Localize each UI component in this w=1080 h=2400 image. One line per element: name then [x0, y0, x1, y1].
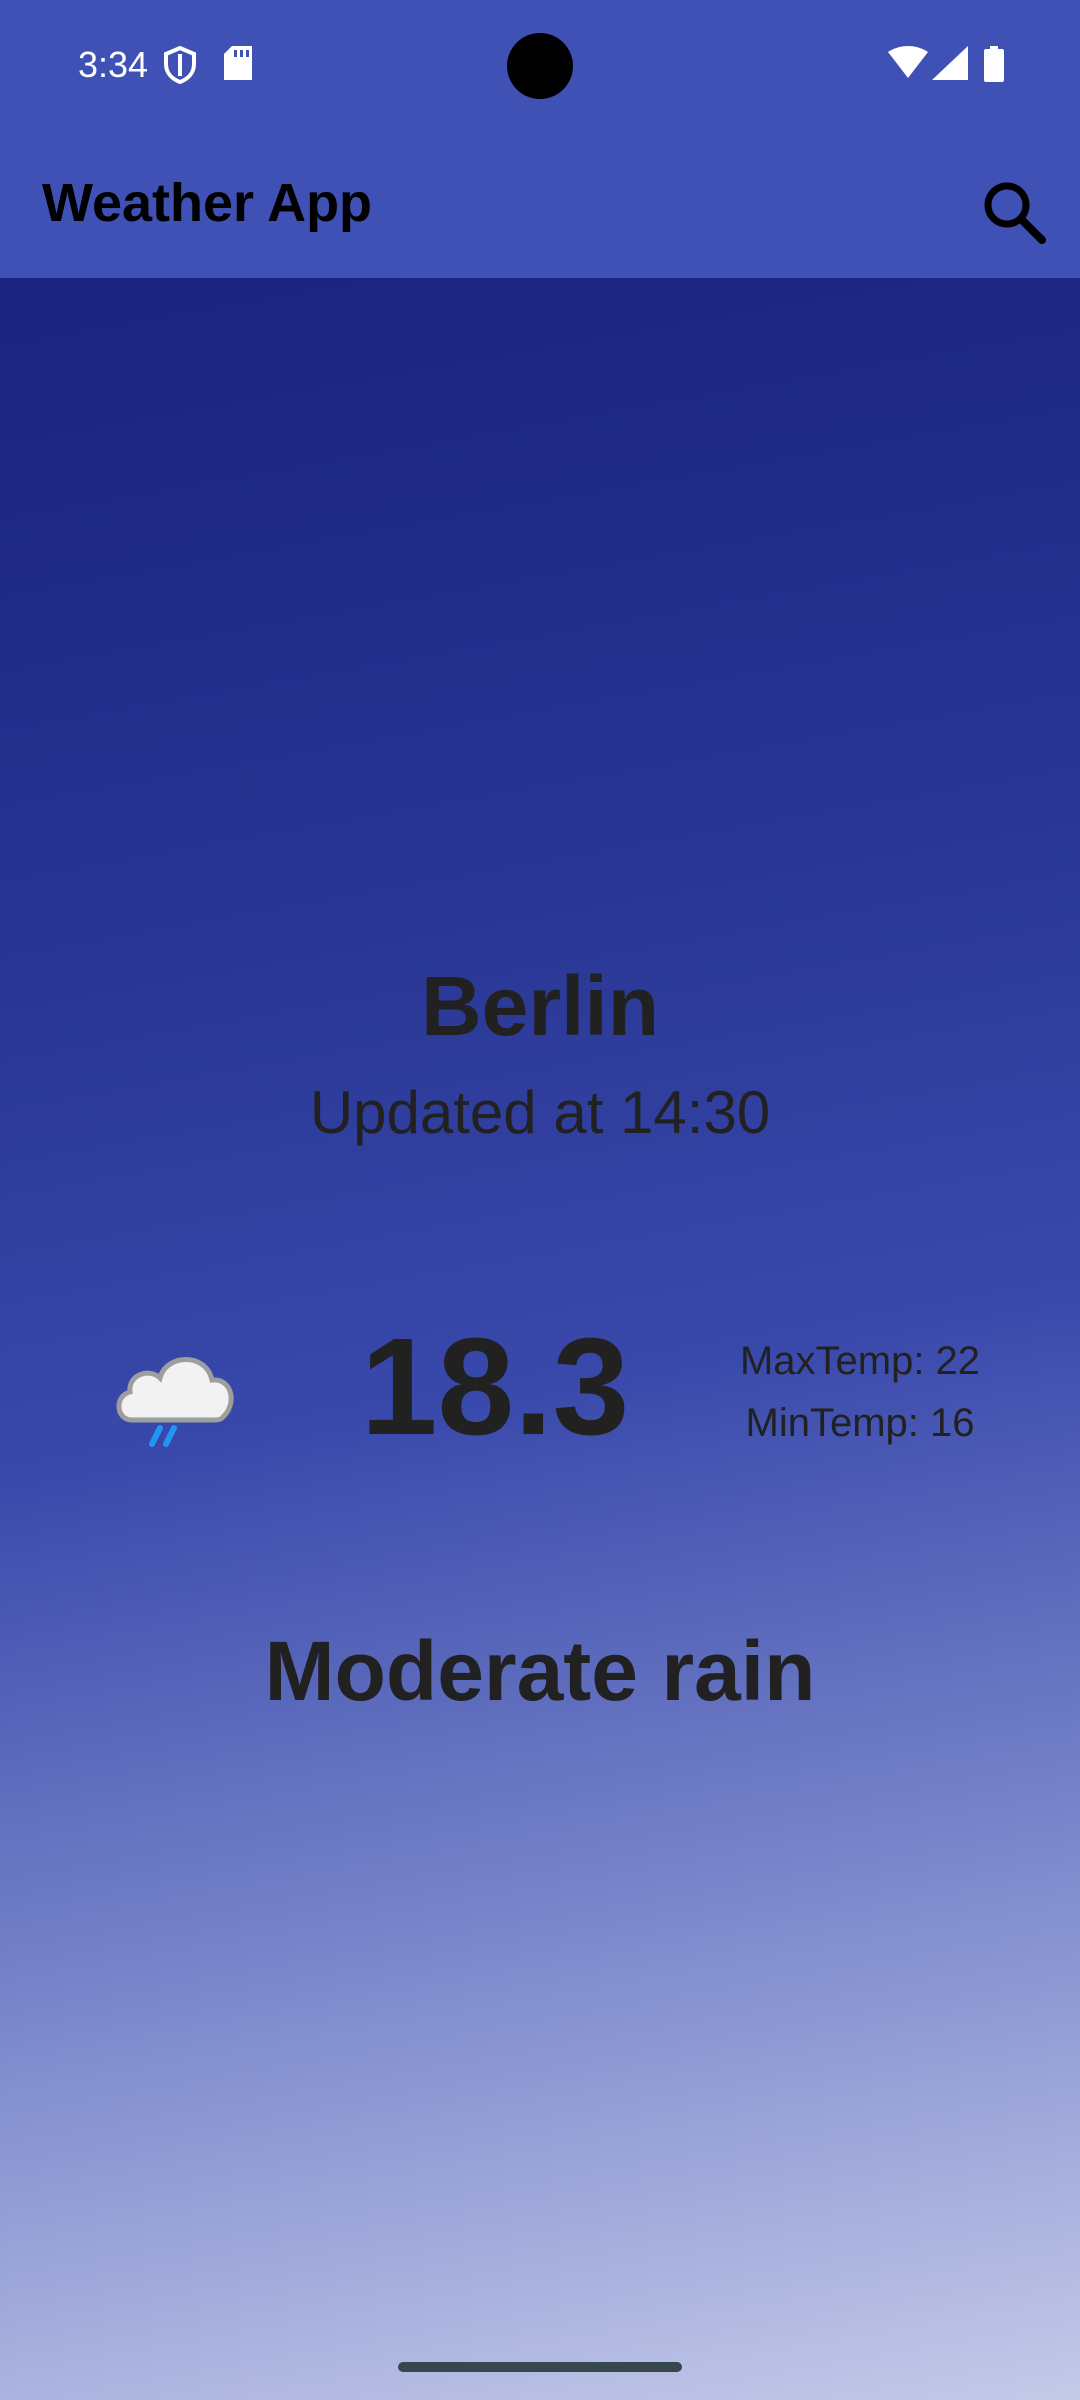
status-bar: 3:34	[0, 0, 1080, 130]
current-temperature: 18.3	[360, 1310, 630, 1464]
weather-panel: Berlin Updated at 14:30 18.3 MaxTemp: 22…	[0, 278, 1080, 2400]
city-name: Berlin	[420, 959, 660, 1053]
weather-condition: Moderate rain	[264, 1624, 816, 1718]
app-title: Weather App	[42, 173, 373, 233]
cloud-rain-icon	[110, 1328, 240, 1448]
updated-time: Updated at 14:30	[309, 1079, 771, 1146]
temperature-range: MaxTemp: 22 MinTemp: 16	[700, 1330, 1020, 1454]
wifi-icon	[888, 46, 928, 83]
search-icon	[984, 182, 1046, 244]
search-button[interactable]	[972, 170, 1056, 254]
sd-card-icon	[224, 46, 252, 85]
status-time: 3:34	[78, 44, 149, 85]
home-indicator[interactable]	[398, 2362, 682, 2372]
battery-icon	[984, 46, 1004, 87]
min-temperature: MinTemp: 16	[745, 1401, 975, 1445]
app-bar: Weather App	[0, 130, 1080, 278]
signal-icon	[932, 46, 968, 85]
max-temperature: MaxTemp: 22	[739, 1339, 981, 1383]
shield-icon	[163, 45, 197, 89]
camera-cutout	[507, 33, 573, 99]
